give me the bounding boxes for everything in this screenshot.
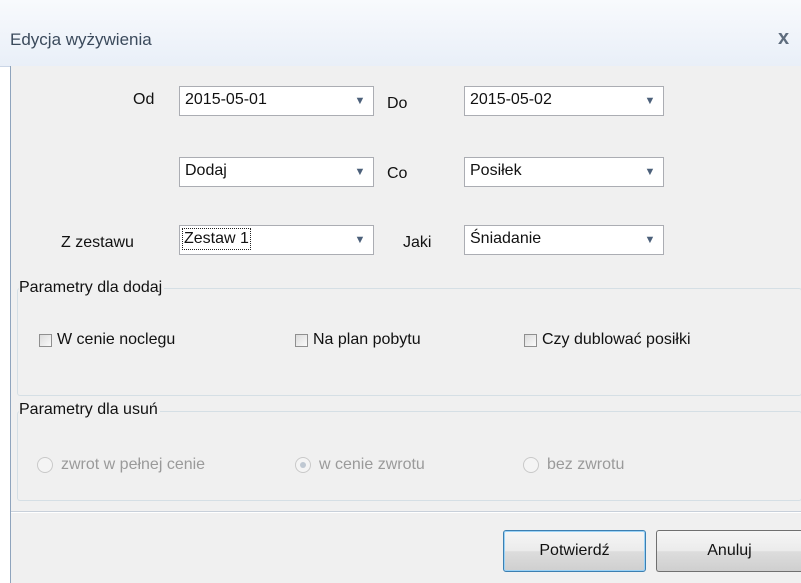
checkbox-box[interactable] [295,333,308,347]
checkbox-box[interactable] [39,333,52,347]
radio-w-cenie-zwrotu[interactable]: w cenie zwrotu [295,456,425,474]
radio-label: zwrot w pełnej cenie [61,456,206,473]
jaki-select[interactable]: Śniadanie ▼ [464,225,664,255]
chevron-down-icon[interactable]: ▼ [353,164,367,180]
co-select[interactable]: Posiłek ▼ [464,157,664,187]
radio-label: bez zwrotu [547,456,625,473]
zestaw-select-value: Zestaw 1 [182,228,251,250]
do-date-value: 2015-05-02 [470,91,552,108]
do-date-picker[interactable]: 2015-05-02 ▼ [464,86,664,116]
od-date-value: 2015-05-01 [185,91,267,108]
do-label: Do [387,95,408,112]
add-params-group-title: Parametry dla dodaj [19,279,165,297]
checkbox-w-cenie-noclegu[interactable]: W cenie noclegu [39,331,175,349]
checkbox-na-plan-pobytu[interactable]: Na plan pobytu [295,331,421,349]
checkbox-label: Na plan pobytu [313,331,421,348]
radio-bez-zwrotu[interactable]: bez zwrotu [523,456,624,474]
checkbox-box[interactable] [524,333,537,347]
radio-label: w cenie zwrotu [319,456,425,473]
co-select-value: Posiłek [470,162,522,179]
radio-circle[interactable] [523,457,539,473]
chevron-down-icon[interactable]: ▼ [353,232,367,248]
chevron-down-icon[interactable]: ▼ [353,93,367,109]
jaki-label: Jaki [403,234,432,251]
remove-params-group-title: Parametry dla usuń [19,401,160,419]
chevron-down-icon[interactable]: ▼ [643,164,657,180]
chevron-down-icon[interactable]: ▼ [643,232,657,248]
zestaw-select[interactable]: Zestaw 1 ▼ [179,225,374,255]
radio-circle[interactable] [37,457,53,473]
checkbox-czy-dublowac-posilki[interactable]: Czy dublować posiłki [524,331,691,349]
radio-zwrot-w-pelnej-cenie[interactable]: zwrot w pełnej cenie [37,456,205,474]
window-title: Edycja wyżywienia [10,30,152,49]
window-titlebar[interactable]: Edycja wyżywienia x [0,0,801,67]
checkbox-label: Czy dublować posiłki [542,331,691,348]
chevron-down-icon[interactable]: ▼ [643,93,657,109]
action-select[interactable]: Dodaj ▼ [179,157,374,187]
cancel-button[interactable]: Anuluj [656,530,801,572]
co-label: Co [387,165,408,182]
action-select-value: Dodaj [185,162,227,179]
close-icon[interactable]: x [778,27,789,50]
jaki-select-value: Śniadanie [470,230,542,247]
footer-separator [11,511,801,513]
dialog-body: Od 2015-05-01 ▼ Do 2015-05-02 ▼ Dodaj ▼ … [10,66,801,583]
confirm-button[interactable]: Potwierdź [503,530,646,572]
zestaw-label: Z zestawu [61,234,134,251]
od-label: Od [133,91,155,108]
checkbox-label: W cenie noclegu [57,331,176,348]
od-date-picker[interactable]: 2015-05-01 ▼ [179,86,374,116]
radio-circle[interactable] [295,457,311,473]
